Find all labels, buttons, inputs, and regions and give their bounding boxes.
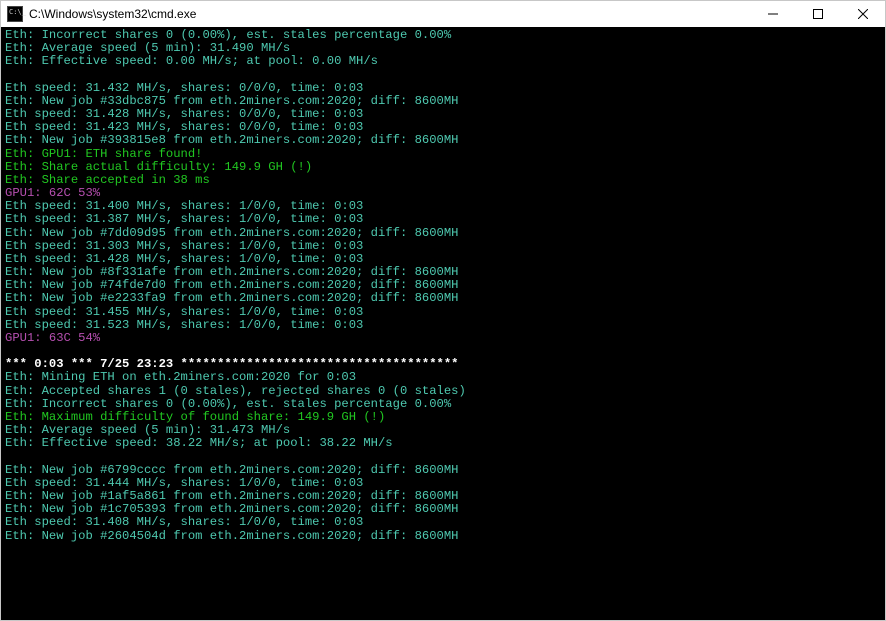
console-line: Eth: Incorrect shares 0 (0.00%), est. st… (5, 398, 881, 411)
close-icon (858, 9, 868, 19)
close-button[interactable] (840, 1, 885, 27)
minimize-icon (768, 9, 778, 19)
console-line (5, 451, 881, 464)
maximize-icon (813, 9, 823, 19)
console-line: Eth: Effective speed: 38.22 MH/s; at poo… (5, 437, 881, 450)
console-line: Eth speed: 31.408 MH/s, shares: 1/0/0, t… (5, 516, 881, 529)
console-line: Eth speed: 31.303 MH/s, shares: 1/0/0, t… (5, 240, 881, 253)
minimize-button[interactable] (750, 1, 795, 27)
console-line: Eth: New job #e2233fa9 from eth.2miners.… (5, 292, 881, 305)
console-line: Eth speed: 31.455 MH/s, shares: 1/0/0, t… (5, 306, 881, 319)
cmd-icon (7, 6, 23, 22)
console-line: GPU1: 63C 54% (5, 332, 881, 345)
console-output[interactable]: Eth: Incorrect shares 0 (0.00%), est. st… (1, 27, 885, 620)
console-line: Eth: GPU1: ETH share found! (5, 148, 881, 161)
console-line: Eth speed: 31.432 MH/s, shares: 0/0/0, t… (5, 82, 881, 95)
console-line: Eth: Mining ETH on eth.2miners.com:2020 … (5, 371, 881, 384)
console-line: Eth: Accepted shares 1 (0 stales), rejec… (5, 385, 881, 398)
titlebar[interactable]: C:\Windows\system32\cmd.exe (1, 1, 885, 27)
console-line (5, 69, 881, 82)
console-line: Eth: New job #2604504d from eth.2miners.… (5, 530, 881, 543)
console-line: Eth: Effective speed: 0.00 MH/s; at pool… (5, 55, 881, 68)
maximize-button[interactable] (795, 1, 840, 27)
console-line: Eth: Share actual difficulty: 149.9 GH (… (5, 161, 881, 174)
console-line: Eth speed: 31.387 MH/s, shares: 1/0/0, t… (5, 213, 881, 226)
console-line: Eth: New job #393815e8 from eth.2miners.… (5, 134, 881, 147)
console-line: Eth: New job #6799cccc from eth.2miners.… (5, 464, 881, 477)
console-line: Eth: Share accepted in 38 ms (5, 174, 881, 187)
window-title: C:\Windows\system32\cmd.exe (29, 8, 196, 21)
console-line: Eth speed: 31.523 MH/s, shares: 1/0/0, t… (5, 319, 881, 332)
cmd-window: C:\Windows\system32\cmd.exe Eth: Incorre… (0, 0, 886, 621)
console-line: Eth: New job #7dd09d95 from eth.2miners.… (5, 227, 881, 240)
